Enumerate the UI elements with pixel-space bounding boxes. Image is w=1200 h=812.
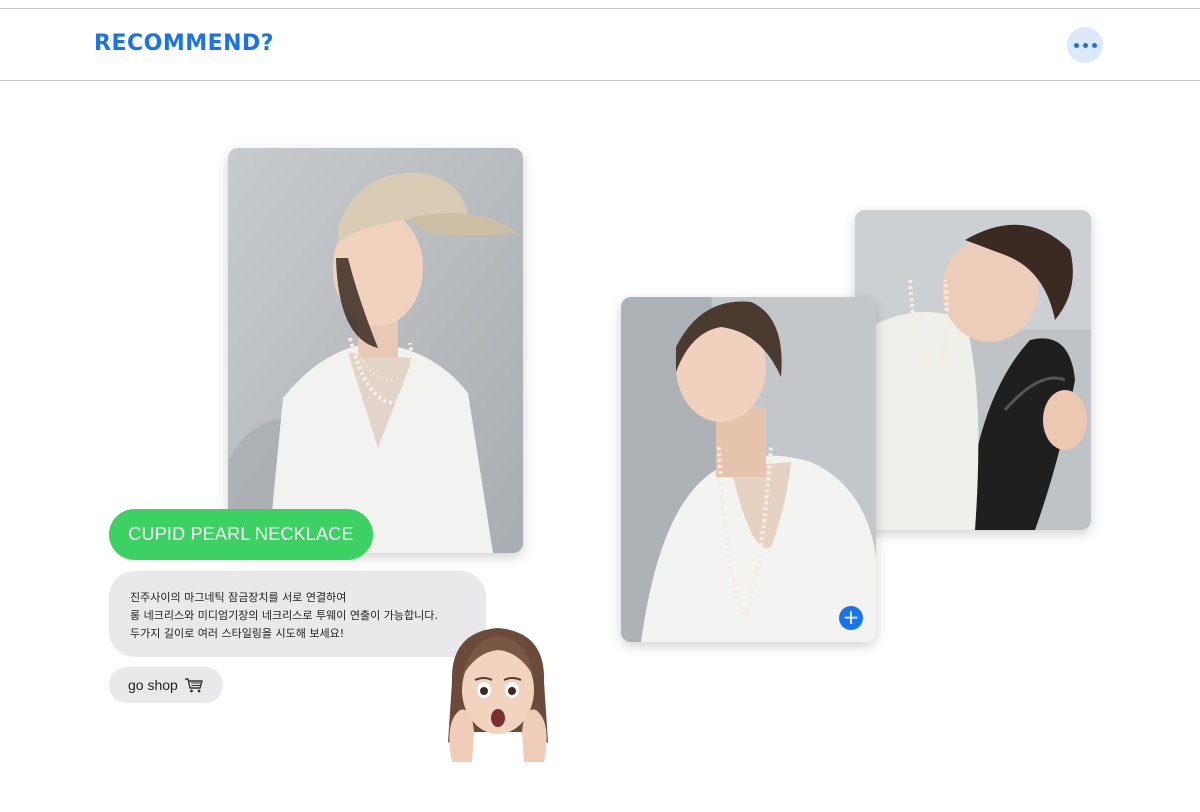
- model-photo: [621, 297, 876, 642]
- description-line: 진주사이의 마그네틱 잠금장치를 서로 연결하여: [130, 591, 347, 604]
- description-line: 롱 네크리스와 미디엄기장의 네크리스로 투웨이 연출이 가능합니다.: [130, 609, 438, 622]
- model-photo: [228, 148, 523, 553]
- description-line: 두가지 길이로 여러 스타일링을 시도해 보세요!: [130, 627, 345, 640]
- more-dot: [1082, 42, 1088, 48]
- add-to-cart-button[interactable]: +: [839, 606, 863, 630]
- product-description-bubble: 진주사이의 마그네틱 잠금장치를 서로 연결하여 롱 네크리스와 미디엄기장의 …: [109, 571, 486, 657]
- product-photo-main[interactable]: [228, 148, 523, 553]
- more-dot: [1091, 42, 1097, 48]
- shopping-cart-icon: [184, 678, 203, 693]
- surprised-memoji-icon: [448, 628, 548, 762]
- product-name-badge: CUPID PEARL NECKLACE: [109, 509, 373, 560]
- more-horizontal-icon: [1073, 42, 1079, 48]
- more-options-button[interactable]: [1067, 27, 1103, 63]
- model-photo: [855, 210, 1091, 530]
- page-title: RECOMMEND?: [94, 31, 275, 56]
- plus-icon: +: [842, 605, 860, 629]
- header: RECOMMEND?: [0, 9, 1200, 81]
- product-photo-side[interactable]: [855, 210, 1091, 530]
- go-shop-label: go shop: [128, 677, 178, 693]
- go-shop-button[interactable]: go shop: [109, 667, 223, 703]
- product-photo-detail[interactable]: [621, 297, 876, 642]
